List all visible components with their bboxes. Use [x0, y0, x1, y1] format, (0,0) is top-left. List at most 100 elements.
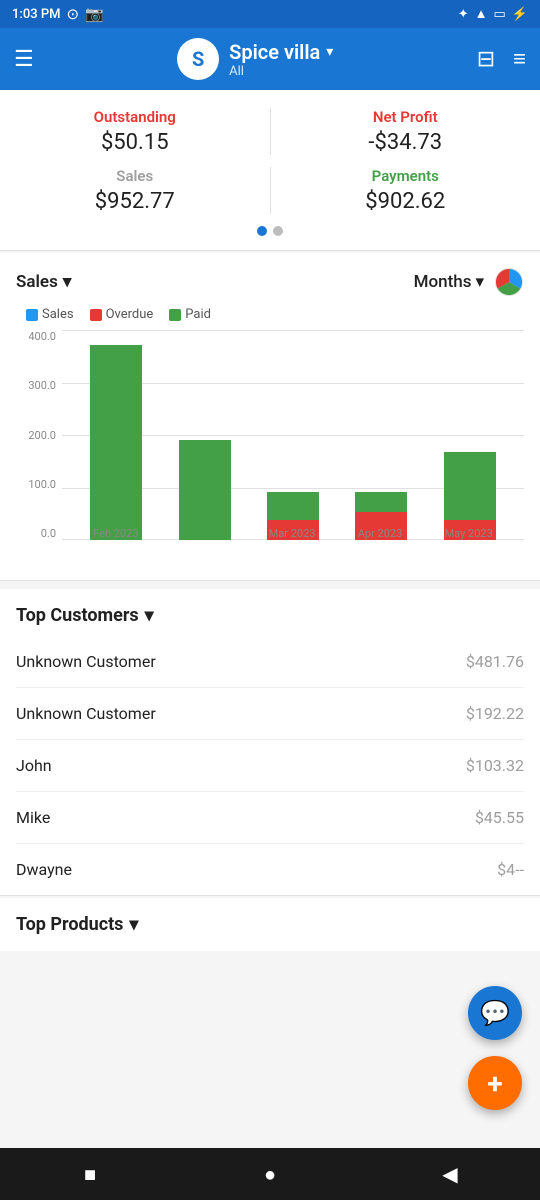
summary-section: Outstanding $50.15 Net Profit -$34.73 Sa…	[0, 90, 540, 250]
chart-right-controls: Months ▾	[414, 267, 524, 297]
status-bar-right: ✦ ▲ ▭ ⚡	[458, 6, 528, 22]
home-button[interactable]: ●	[250, 1154, 290, 1194]
bluetooth-icon: ✦	[458, 7, 469, 22]
chart-header: Sales ▾ Months ▾	[16, 267, 524, 297]
legend-paid-label: Paid	[185, 307, 211, 322]
add-fab-icon: +	[487, 1067, 502, 1100]
customer-value-3: $103.32	[466, 756, 524, 775]
chart-title-label: Sales	[16, 272, 58, 292]
outstanding-value: $50.15	[10, 130, 260, 155]
x-label-feb1: Feb 2023	[93, 527, 138, 540]
sales-card: Sales $952.77	[0, 167, 270, 214]
charging-icon: ⚡	[512, 7, 528, 22]
back-button[interactable]: ◀	[430, 1154, 470, 1194]
net-profit-value: -$34.73	[281, 130, 531, 155]
customer-row-3[interactable]: John $103.32	[16, 740, 524, 792]
page-indicator	[0, 226, 540, 240]
customer-row-1[interactable]: Unknown Customer $481.76	[16, 636, 524, 688]
y-label-0: 0.0	[41, 527, 56, 540]
customer-row-5[interactable]: Dwayne $4--	[16, 844, 524, 895]
y-label-300: 300.0	[28, 379, 56, 392]
x-axis-labels: Feb 2023 Feb 2023 Mar 2023 Apr 2023 May …	[62, 527, 524, 540]
chart-title-chevron: ▾	[63, 272, 72, 292]
chart-legend: Sales Overdue Paid	[26, 307, 524, 322]
pie-chart-icon[interactable]	[494, 267, 524, 297]
months-label: Months	[414, 272, 472, 292]
sales-value: $952.77	[10, 189, 260, 214]
chart-title-button[interactable]: Sales ▾	[16, 272, 71, 292]
bar-group-feb-1	[90, 345, 142, 540]
products-title-row[interactable]: Top Products ▾	[16, 914, 524, 935]
months-button[interactable]: Months ▾	[414, 272, 484, 292]
y-label-400: 400.0	[28, 330, 56, 343]
products-chevron-icon: ▾	[129, 914, 138, 935]
battery-icon: ▭	[494, 7, 506, 22]
bar-group-feb-2	[179, 440, 231, 540]
back-icon: ◀	[442, 1162, 457, 1186]
payments-label: Payments	[281, 167, 531, 185]
circle-icon: ⊙	[67, 5, 80, 23]
top-products-title: Top Products	[16, 914, 123, 935]
customer-value-2: $192.22	[466, 704, 524, 723]
chart-area: Feb 2023 Feb 2023 Mar 2023 Apr 2023 May …	[62, 330, 524, 540]
top-navigation: ☰ S Spice villa ▾ All ⊟ ≡	[0, 28, 540, 90]
customer-name-2: Unknown Customer	[16, 704, 156, 723]
divider-3	[0, 895, 540, 896]
customer-name-3: John	[16, 756, 52, 775]
payments-card: Payments $902.62	[270, 167, 540, 214]
legend-red-dot	[90, 309, 102, 321]
bar-apr-paid	[355, 492, 407, 512]
top-products-section: Top Products ▾	[0, 898, 540, 951]
stop-button[interactable]: ■	[70, 1154, 110, 1194]
bar-chart: 400.0 300.0 200.0 100.0 0.0	[16, 330, 524, 570]
summary-row-1: Outstanding $50.15 Net Profit -$34.73	[0, 108, 540, 155]
time-display: 1:03 PM	[12, 7, 61, 22]
chat-fab-button[interactable]: 💬	[468, 986, 522, 1040]
nav-title-group: Spice villa ▾ All	[229, 40, 333, 79]
legend-overdue-label: Overdue	[106, 307, 154, 322]
divider-2	[0, 580, 540, 581]
hamburger-menu-icon[interactable]: ☰	[14, 47, 34, 72]
customer-value-5: $4--	[497, 860, 524, 879]
y-label-200: 200.0	[28, 429, 56, 442]
outstanding-card: Outstanding $50.15	[0, 108, 270, 155]
print-icon[interactable]: ⊟	[477, 47, 495, 72]
customer-row-2[interactable]: Unknown Customer $192.22	[16, 688, 524, 740]
status-bar: 1:03 PM ⊙ 📷 ✦ ▲ ▭ ⚡	[0, 0, 540, 28]
video-icon: 📷	[85, 5, 104, 23]
chart-section: Sales ▾ Months ▾ Sales Overdue	[0, 253, 540, 580]
sales-label: Sales	[10, 167, 260, 185]
customers-chevron-icon: ▾	[145, 605, 154, 626]
top-customers-section: Top Customers ▾ Unknown Customer $481.76…	[0, 589, 540, 895]
x-label-apr: Apr 2023	[358, 527, 403, 540]
bar-may-paid	[444, 452, 496, 520]
bottom-navigation-bar: ■ ● ◀	[0, 1148, 540, 1200]
add-fab-button[interactable]: +	[468, 1056, 522, 1110]
top-customers-title: Top Customers	[16, 605, 139, 626]
net-profit-card: Net Profit -$34.73	[270, 108, 540, 155]
business-name: Spice villa	[229, 40, 320, 64]
legend-paid: Paid	[169, 307, 211, 322]
home-icon: ●	[264, 1162, 276, 1187]
payments-value: $902.62	[281, 189, 531, 214]
dot-2	[273, 226, 283, 236]
y-axis: 400.0 300.0 200.0 100.0 0.0	[16, 330, 60, 540]
bar-mar-paid	[267, 492, 319, 520]
customer-name-1: Unknown Customer	[16, 652, 156, 671]
customer-name-5: Dwayne	[16, 860, 72, 879]
nav-subtitle: All	[229, 64, 333, 79]
x-label-mar: Mar 2023	[269, 527, 316, 540]
customer-name-4: Mike	[16, 808, 50, 827]
nav-right-icons: ⊟ ≡	[477, 46, 526, 72]
divider-1	[0, 250, 540, 251]
summary-row-2: Sales $952.77 Payments $902.62	[0, 167, 540, 214]
customer-value-4: $45.55	[475, 808, 524, 827]
nav-center[interactable]: S Spice villa ▾ All	[177, 38, 333, 80]
stop-icon: ■	[84, 1162, 96, 1187]
filter-icon[interactable]: ≡	[513, 46, 526, 72]
x-label-may: May 2023	[445, 527, 493, 540]
customer-row-4[interactable]: Mike $45.55	[16, 792, 524, 844]
status-bar-left: 1:03 PM ⊙ 📷	[12, 5, 104, 23]
customers-title-row[interactable]: Top Customers ▾	[16, 605, 524, 626]
bar-feb2-paid	[179, 440, 231, 540]
